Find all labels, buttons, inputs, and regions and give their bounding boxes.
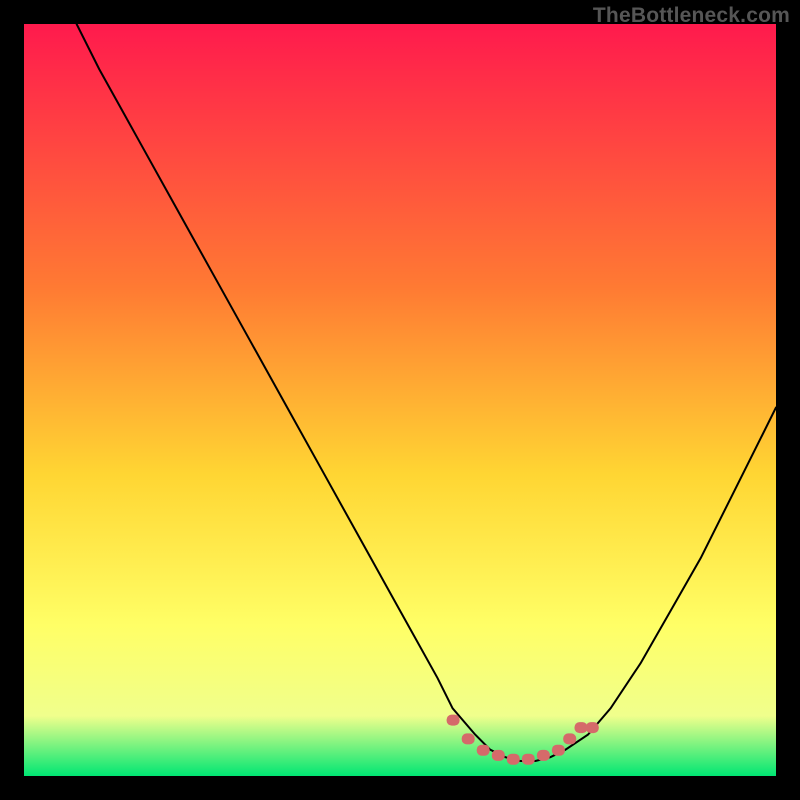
- marker-dot: [492, 750, 505, 761]
- marker-dot: [586, 722, 599, 733]
- marker-dot: [522, 754, 535, 765]
- marker-dot: [575, 722, 588, 733]
- marker-dot: [537, 750, 550, 761]
- marker-dot: [552, 745, 565, 756]
- plot-area: [24, 24, 776, 776]
- marker-dot: [507, 754, 520, 765]
- chart-svg: [24, 24, 776, 776]
- marker-dot: [462, 733, 475, 744]
- marker-dot: [447, 715, 460, 726]
- chart-container: TheBottleneck.com: [0, 0, 800, 800]
- marker-dot: [477, 745, 490, 756]
- watermark-text: TheBottleneck.com: [593, 4, 790, 28]
- marker-dot: [563, 733, 576, 744]
